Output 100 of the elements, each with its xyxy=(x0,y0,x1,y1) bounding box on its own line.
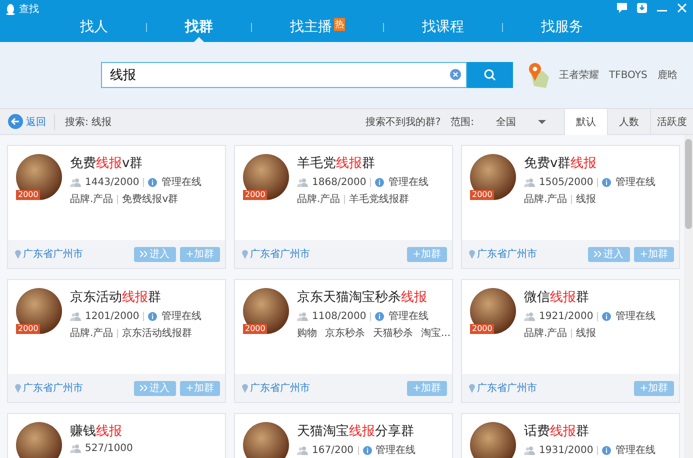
group-name[interactable]: 天猫淘宝线报分享群 xyxy=(297,422,416,440)
member-count: 1108/2000 xyxy=(312,310,366,322)
people-icon xyxy=(70,312,81,320)
search-field[interactable]: 线报 xyxy=(101,62,467,88)
location-icon xyxy=(242,384,248,392)
info-icon xyxy=(362,446,372,454)
group-location: 广东省广州市 xyxy=(250,248,310,261)
not-found-link[interactable]: 搜索不到我的群? xyxy=(365,114,441,128)
location-icon xyxy=(469,250,475,258)
map-pin-icon[interactable] xyxy=(527,62,549,88)
people-icon xyxy=(524,446,535,454)
admin-status: 管理在线 xyxy=(161,310,202,323)
group-location: 广东省广州市 xyxy=(23,248,83,261)
level-badge: 2000 xyxy=(470,190,494,200)
range-dropdown[interactable]: 全国 xyxy=(490,114,552,130)
member-count: 1505/2000 xyxy=(539,176,594,188)
info-icon xyxy=(375,178,384,186)
caret-icon xyxy=(538,120,546,124)
search-query: 搜索: 线报 xyxy=(65,116,112,128)
admin-status: 管理在线 xyxy=(615,444,656,457)
group-tag: 购物 xyxy=(297,326,317,340)
people-icon xyxy=(70,178,81,186)
group-location: 广东省广州市 xyxy=(477,248,537,261)
level-badge: 2000 xyxy=(470,324,494,334)
group-tag: 品牌.产品 xyxy=(70,326,114,340)
chat-icon[interactable] xyxy=(617,3,627,13)
people-icon xyxy=(297,178,308,186)
location-icon xyxy=(469,384,475,392)
close-icon[interactable] xyxy=(677,3,687,13)
search-button[interactable] xyxy=(467,62,513,88)
group-name[interactable]: 羊毛党线报群 xyxy=(297,154,428,172)
level-badge: 2000 xyxy=(243,324,268,334)
location-icon xyxy=(15,384,21,392)
group-tag: 京东秒杀 xyxy=(325,326,365,340)
group-name[interactable]: 免费v群线报 xyxy=(524,154,656,172)
member-count: 167/200 xyxy=(312,444,354,456)
back-link[interactable]: 返回 xyxy=(0,114,55,130)
member-count: 1921/2000 xyxy=(539,310,594,322)
sort-tab[interactable]: 人数 xyxy=(607,108,650,134)
group-name[interactable]: 话费线报群 xyxy=(524,422,656,440)
group-name[interactable]: 微信线报群 xyxy=(524,288,656,306)
info-icon xyxy=(148,312,158,320)
group-name[interactable]: 赚钱线报 xyxy=(70,422,133,440)
location-icon xyxy=(15,250,21,258)
group-tag: 品牌.产品 xyxy=(70,192,114,206)
group-location: 广东省广州市 xyxy=(23,382,83,395)
group-name[interactable]: 免费线报v群 xyxy=(70,154,202,172)
group-tag: 免费线报v群 xyxy=(122,192,178,206)
people-icon xyxy=(297,446,308,454)
group-tag: 羊毛党线报群 xyxy=(349,192,410,206)
level-badge: 2000 xyxy=(16,324,40,334)
group-tag: 京东活动线报群 xyxy=(122,326,192,340)
admin-status: 管理在线 xyxy=(615,310,656,323)
group-tag: 天猫秒杀 xyxy=(373,326,413,340)
group-tag: 品牌.产品 xyxy=(297,192,340,206)
group-tag: 品牌.产品 xyxy=(524,326,568,340)
level-badge: 2000 xyxy=(243,190,268,200)
people-icon xyxy=(70,444,81,453)
admin-status: 管理在线 xyxy=(388,310,428,323)
people-icon xyxy=(524,312,535,320)
hot-word-link[interactable]: TFBOYS xyxy=(609,70,648,80)
group-avatar-image xyxy=(243,422,289,458)
download-icon[interactable] xyxy=(637,3,647,13)
level-badge: 2000 xyxy=(16,190,40,200)
member-count: 527/1000 xyxy=(85,443,133,454)
group-tag: 品牌.产品 xyxy=(524,192,568,206)
info-icon xyxy=(148,178,158,186)
location-icon xyxy=(242,250,248,258)
hot-word-link[interactable]: 鹿晗 xyxy=(657,68,678,82)
info-icon xyxy=(602,446,612,454)
double-chevron-icon xyxy=(594,251,601,257)
sort-tab[interactable]: 默认 xyxy=(564,108,607,134)
info-icon xyxy=(602,312,612,320)
group-avatar-image xyxy=(16,422,62,458)
double-chevron-icon xyxy=(140,251,147,257)
range-label: 范围: xyxy=(450,116,474,128)
double-chevron-icon xyxy=(140,385,147,391)
group-name[interactable]: 京东天猫淘宝秒杀线报 xyxy=(297,288,444,306)
people-icon xyxy=(297,312,308,320)
info-icon xyxy=(602,178,612,186)
group-name[interactable]: 京东活动线报群 xyxy=(70,288,202,306)
group-location: 广东省广州市 xyxy=(250,382,310,395)
member-count: 1931/2000 xyxy=(539,444,594,456)
hot-word-link[interactable]: 王者荣耀 xyxy=(559,68,599,82)
group-tag: 线报 xyxy=(576,192,596,206)
search-icon xyxy=(484,69,496,81)
group-tag: 线报 xyxy=(576,326,596,340)
admin-status: 管理在线 xyxy=(161,176,202,189)
admin-status: 管理在线 xyxy=(388,176,428,189)
penguin-icon xyxy=(6,4,15,14)
admin-status: 管理在线 xyxy=(376,444,416,457)
group-tag: 淘宝... xyxy=(421,326,451,340)
people-icon xyxy=(524,178,535,186)
clear-icon[interactable] xyxy=(450,69,461,80)
member-count: 1443/2000 xyxy=(85,176,140,188)
scrollbar-thumb[interactable] xyxy=(685,139,692,229)
member-count: 1201/2000 xyxy=(85,310,140,322)
info-icon xyxy=(375,312,384,320)
window-title: 查找 xyxy=(19,2,39,16)
group-location: 广东省广州市 xyxy=(477,382,537,395)
